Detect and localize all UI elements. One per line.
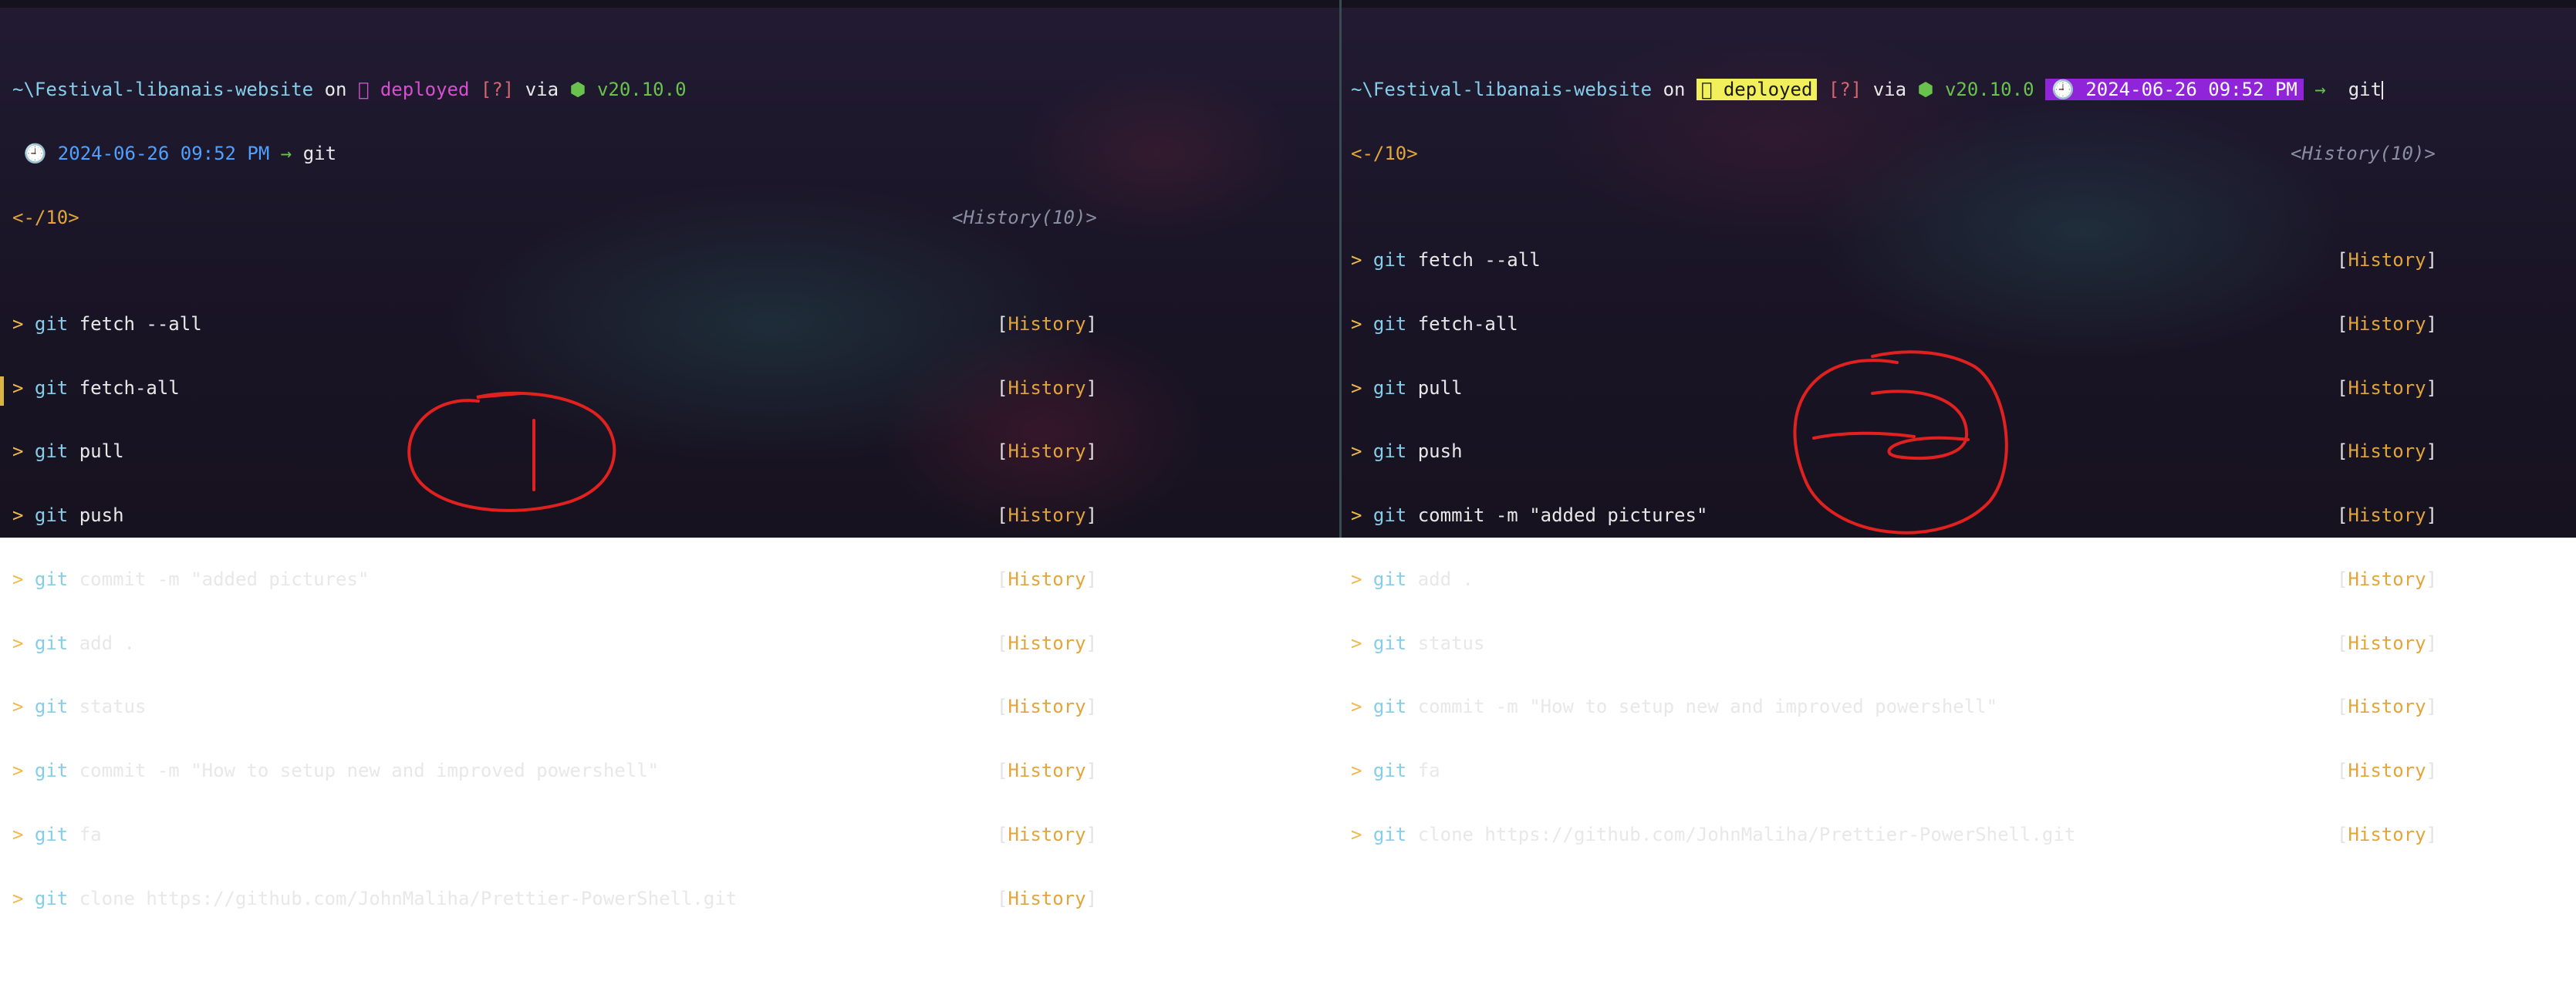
history-command-args: clone https://github.com/JohnMaliha/Pret…	[1406, 823, 2076, 845]
history-prefix: >	[12, 632, 24, 654]
history-tag: [History]	[997, 696, 1098, 718]
history-command-args: status	[1406, 632, 1485, 654]
history-command-name: git	[34, 887, 69, 909]
history-command-name: git	[1372, 760, 1407, 782]
annotation-stroke-2	[1812, 431, 1916, 440]
history-command-args: status	[68, 696, 147, 718]
history-command-name: git	[1372, 632, 1407, 654]
history-tag: [History]	[997, 760, 1098, 782]
history-item[interactable]: > git status [History]	[12, 696, 1097, 718]
history-command-args: commit -m "How to setup new and improved…	[68, 760, 660, 782]
history-command-name: git	[1372, 696, 1407, 718]
history-tag: [History]	[2337, 632, 2438, 654]
history-tag: [History]	[2337, 696, 2438, 718]
history-item[interactable]: > git commit -m "How to setup new and im…	[12, 760, 1097, 782]
history-command-args: fa	[68, 823, 102, 845]
history-command-name: git	[34, 823, 69, 845]
history-prefix: >	[12, 887, 24, 909]
history-tag: [History]	[2337, 760, 2438, 782]
history-item[interactable]: > git fa [History]	[12, 823, 1097, 846]
terminal-window: ~\Festival-libanais-website on  deploye…	[0, 0, 2576, 909]
terminal-pane-left[interactable]: ~\Festival-libanais-website on  deploye…	[0, 0, 1339, 909]
history-command-name: git	[1372, 568, 1407, 590]
history-tag: [History]	[2337, 823, 2438, 845]
terminal-pane-right[interactable]: ~\Festival-libanais-website on  deploye…	[1342, 0, 2576, 845]
history-tag: [History]	[997, 823, 1098, 845]
history-tag: [History]	[2337, 568, 2438, 590]
history-prefix: >	[12, 760, 24, 782]
history-item[interactable]: > git add . [History]	[12, 632, 1097, 655]
history-command-args: clone https://github.com/JohnMaliha/Pret…	[68, 887, 738, 909]
history-command-args: commit -m "How to setup new and improved…	[1406, 696, 1998, 718]
history-command-args: commit -m "added pictures"	[68, 568, 370, 590]
history-command-args: fa	[1406, 760, 1440, 782]
history-item[interactable]: > git status [History]	[1351, 632, 2437, 655]
history-item[interactable]: > git commit -m "How to setup new and im…	[1351, 696, 2437, 718]
history-item[interactable]: > git clone https://github.com/JohnMalih…	[12, 887, 1097, 910]
history-prefix: >	[12, 696, 24, 718]
history-prefix: >	[1351, 696, 1362, 718]
history-prefix: >	[1351, 568, 1362, 590]
history-command-args: add .	[68, 632, 135, 654]
history-prefix: >	[1351, 760, 1362, 782]
history-command-name: git	[1372, 823, 1407, 845]
annotation-circle-1	[407, 391, 616, 512]
history-tag: [History]	[997, 887, 1098, 909]
annotation-number-2: 2	[1793, 350, 2008, 535]
history-item[interactable]: > git clone https://github.com/JohnMalih…	[1351, 823, 2437, 846]
history-command-name: git	[34, 568, 69, 590]
history-command-name: git	[34, 760, 69, 782]
history-prefix: >	[1351, 632, 1362, 654]
history-prefix: >	[1351, 823, 1362, 845]
history-prefix: >	[12, 823, 24, 845]
history-item[interactable]: > git add . [History]	[1351, 568, 2437, 591]
history-prefix: >	[12, 568, 24, 590]
history-tag: [History]	[997, 632, 1098, 654]
history-command-args: add .	[1406, 568, 1474, 590]
annotation-number-1: 1	[407, 391, 616, 512]
history-command-name: git	[34, 696, 69, 718]
history-item[interactable]: > git fa [History]	[1351, 760, 2437, 782]
history-item[interactable]: > git commit -m "added pictures" [History…	[12, 568, 1097, 591]
history-tag: [History]	[997, 568, 1098, 590]
annotation-digit-2	[1871, 390, 1970, 460]
history-command-name: git	[34, 632, 69, 654]
